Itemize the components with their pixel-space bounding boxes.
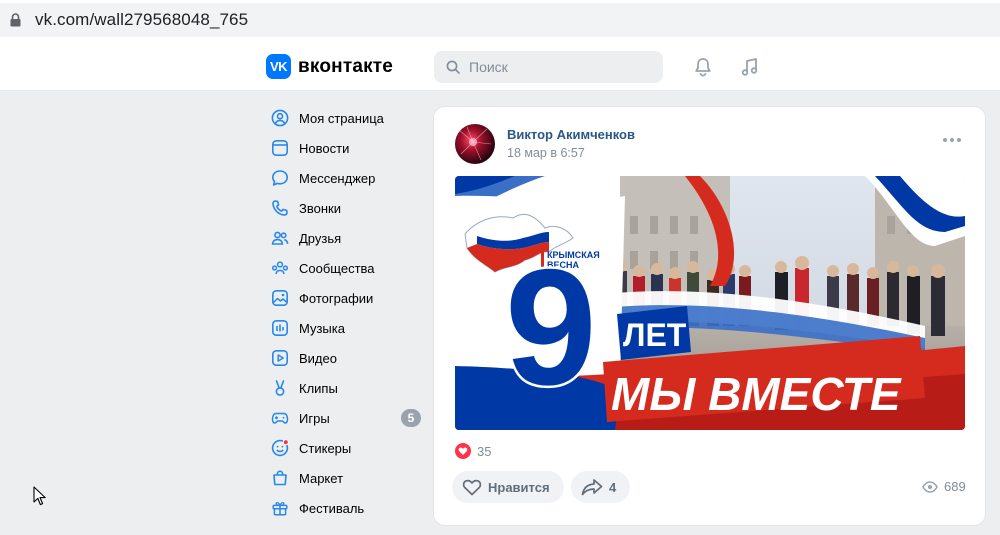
nav-item-market[interactable]: Маркет xyxy=(262,463,422,493)
nav-item-friends[interactable]: Друзья xyxy=(262,223,422,253)
eye-icon xyxy=(922,480,938,493)
post-author-name[interactable]: Виктор Акимченков xyxy=(507,127,635,142)
nav-label: Игры xyxy=(299,410,330,426)
nav-item-messenger[interactable]: Мессенджер xyxy=(262,163,422,193)
like-button[interactable]: Нравится xyxy=(452,471,564,503)
nav-item-my-page[interactable]: Моя страница xyxy=(262,103,422,133)
reactions-summary[interactable]: 35 xyxy=(455,443,491,459)
nav-label: Клипы xyxy=(299,380,338,396)
big-number-nine: 9 xyxy=(505,235,597,419)
message-icon xyxy=(270,168,290,188)
nav-label: Видео xyxy=(299,350,337,366)
search-icon xyxy=(446,60,460,74)
gamepad-icon xyxy=(270,408,290,428)
avatar-image xyxy=(458,126,492,161)
views-counter: 689 xyxy=(922,479,966,494)
nav-item-festival[interactable]: Фестиваль xyxy=(262,493,422,523)
nav-label: Музыка xyxy=(299,320,345,336)
nav-item-music[interactable]: Музыка xyxy=(262,313,422,343)
nav-label: Мессенджер xyxy=(299,170,376,186)
nav-label: Сообщества xyxy=(299,260,375,276)
vk-logo-mark: VK xyxy=(266,54,291,79)
share-button[interactable]: 4 xyxy=(571,471,630,503)
news-icon xyxy=(270,138,290,158)
nav-item-photos[interactable]: Фотографии xyxy=(262,283,422,313)
music-icon[interactable] xyxy=(739,56,761,78)
music-bars-icon xyxy=(270,318,290,338)
nav-item-video[interactable]: Видео xyxy=(262,343,422,373)
mouse-cursor-icon xyxy=(33,486,46,506)
more-options-icon[interactable] xyxy=(943,135,963,145)
phone-icon xyxy=(270,198,290,218)
like-label: Нравится xyxy=(488,479,550,495)
nav-label: Друзья xyxy=(299,230,342,246)
url-text[interactable]: vk.com/wall279568048_765 xyxy=(35,10,248,30)
user-circle-icon xyxy=(270,108,290,128)
browser-address-bar: vk.com/wall279568048_765 xyxy=(0,0,1000,41)
nav-label: Новости xyxy=(299,140,350,156)
vk-logo[interactable]: VK вконтакте xyxy=(266,54,393,79)
photo-icon xyxy=(270,288,290,308)
author-avatar[interactable] xyxy=(455,124,495,164)
communities-icon xyxy=(270,258,290,278)
post-image[interactable]: КРЫМСКАЯ ВЕСНА 9 ЛЕТ МЫ ВМЕСТЕ xyxy=(455,176,965,430)
likes-count: 35 xyxy=(477,443,492,459)
bell-icon[interactable] xyxy=(692,56,714,78)
post-date[interactable]: 18 мар в 6:57 xyxy=(507,146,585,160)
nav-label: Фотографии xyxy=(299,290,374,306)
friends-icon xyxy=(270,228,290,248)
nav-item-news[interactable]: Новости xyxy=(262,133,422,163)
lock-icon xyxy=(10,13,21,27)
nav-item-stickers[interactable]: Стикеры xyxy=(262,433,422,463)
heart-reaction-icon xyxy=(455,443,471,459)
vk-header: VK вконтакте Поиск xyxy=(0,41,1000,91)
vk-logo-text: вконтакте xyxy=(298,55,394,77)
views-count: 689 xyxy=(944,479,966,494)
nav-label: Моя страница xyxy=(299,110,384,126)
search-input[interactable]: Поиск xyxy=(434,51,663,83)
nav-label: Фестиваль xyxy=(299,500,365,516)
heart-outline-icon xyxy=(462,479,482,496)
clips-icon xyxy=(270,378,290,398)
stickers-icon xyxy=(270,438,290,458)
market-icon xyxy=(270,468,290,488)
gift-icon xyxy=(270,498,290,518)
together-label: МЫ ВМЕСТЕ xyxy=(611,368,902,420)
nav-label: Маркет xyxy=(299,470,344,486)
nav-item-communities[interactable]: Сообщества xyxy=(262,253,422,283)
years-label: ЛЕТ xyxy=(623,317,687,353)
nav-item-clips[interactable]: Клипы xyxy=(262,373,422,403)
share-count: 4 xyxy=(609,479,617,495)
games-count-badge: 5 xyxy=(401,409,421,427)
left-nav: Моя страница Новости Мессенджер Звонки Д… xyxy=(262,103,422,523)
nav-label: Звонки xyxy=(299,200,341,216)
nav-label: Стикеры xyxy=(299,440,352,456)
post-card: Виктор Акимченков 18 мар в 6:57 КРЫМСКАЯ… xyxy=(433,106,986,526)
video-icon xyxy=(270,348,290,368)
share-icon xyxy=(581,479,603,496)
nav-item-games[interactable]: Игры 5 xyxy=(262,403,422,433)
search-placeholder: Поиск xyxy=(469,59,508,75)
nav-item-calls[interactable]: Звонки xyxy=(262,193,422,223)
